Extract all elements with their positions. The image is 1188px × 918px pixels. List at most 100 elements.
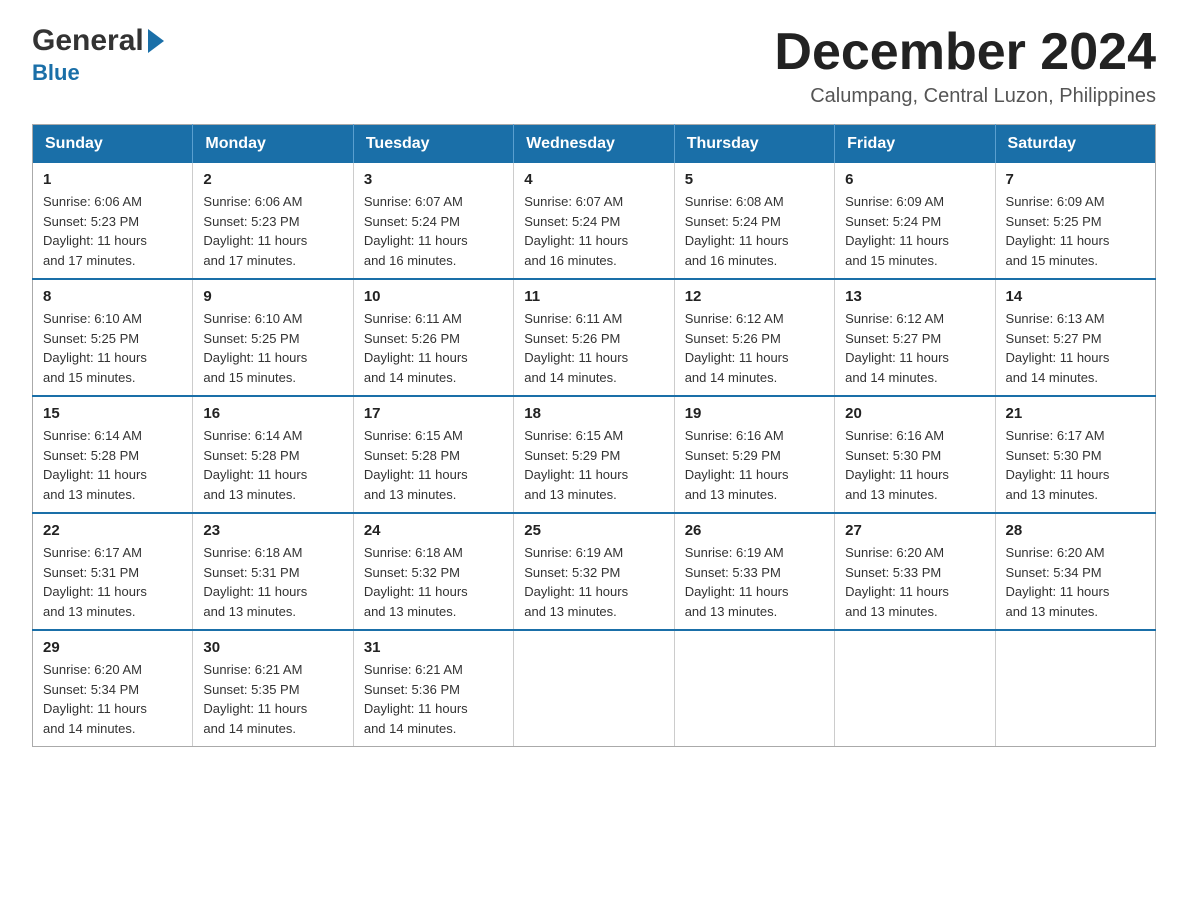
day-info: Sunrise: 6:18 AM Sunset: 5:31 PM Dayligh…	[203, 543, 342, 621]
day-number: 20	[845, 405, 984, 422]
calendar-cell: 15 Sunrise: 6:14 AM Sunset: 5:28 PM Dayl…	[33, 396, 193, 513]
day-number: 2	[203, 171, 342, 188]
calendar-week-2: 8 Sunrise: 6:10 AM Sunset: 5:25 PM Dayli…	[33, 279, 1156, 396]
day-info: Sunrise: 6:18 AM Sunset: 5:32 PM Dayligh…	[364, 543, 503, 621]
day-number: 30	[203, 639, 342, 656]
calendar-cell: 28 Sunrise: 6:20 AM Sunset: 5:34 PM Dayl…	[995, 513, 1155, 630]
location-text: Calumpang, Central Luzon, Philippines	[774, 85, 1156, 108]
month-title: December 2024	[774, 24, 1156, 81]
calendar-cell: 6 Sunrise: 6:09 AM Sunset: 5:24 PM Dayli…	[835, 163, 995, 279]
day-number: 15	[43, 405, 182, 422]
col-header-saturday: Saturday	[995, 125, 1155, 164]
col-header-wednesday: Wednesday	[514, 125, 674, 164]
calendar-cell: 11 Sunrise: 6:11 AM Sunset: 5:26 PM Dayl…	[514, 279, 674, 396]
calendar-cell: 30 Sunrise: 6:21 AM Sunset: 5:35 PM Dayl…	[193, 630, 353, 747]
day-number: 29	[43, 639, 182, 656]
calendar-header-row: SundayMondayTuesdayWednesdayThursdayFrid…	[33, 125, 1156, 164]
calendar-cell: 2 Sunrise: 6:06 AM Sunset: 5:23 PM Dayli…	[193, 163, 353, 279]
calendar-cell: 13 Sunrise: 6:12 AM Sunset: 5:27 PM Dayl…	[835, 279, 995, 396]
day-number: 10	[364, 288, 503, 305]
day-info: Sunrise: 6:20 AM Sunset: 5:34 PM Dayligh…	[1006, 543, 1145, 621]
calendar-cell: 7 Sunrise: 6:09 AM Sunset: 5:25 PM Dayli…	[995, 163, 1155, 279]
calendar-cell: 12 Sunrise: 6:12 AM Sunset: 5:26 PM Dayl…	[674, 279, 834, 396]
calendar-cell: 1 Sunrise: 6:06 AM Sunset: 5:23 PM Dayli…	[33, 163, 193, 279]
calendar-cell: 20 Sunrise: 6:16 AM Sunset: 5:30 PM Dayl…	[835, 396, 995, 513]
logo: General Blue	[32, 24, 164, 86]
calendar-cell: 4 Sunrise: 6:07 AM Sunset: 5:24 PM Dayli…	[514, 163, 674, 279]
day-info: Sunrise: 6:16 AM Sunset: 5:29 PM Dayligh…	[685, 426, 824, 504]
calendar-week-1: 1 Sunrise: 6:06 AM Sunset: 5:23 PM Dayli…	[33, 163, 1156, 279]
day-number: 11	[524, 288, 663, 305]
calendar-cell: 26 Sunrise: 6:19 AM Sunset: 5:33 PM Dayl…	[674, 513, 834, 630]
calendar-cell: 9 Sunrise: 6:10 AM Sunset: 5:25 PM Dayli…	[193, 279, 353, 396]
day-info: Sunrise: 6:17 AM Sunset: 5:31 PM Dayligh…	[43, 543, 182, 621]
logo-arrow-icon	[148, 29, 164, 53]
calendar-cell: 31 Sunrise: 6:21 AM Sunset: 5:36 PM Dayl…	[353, 630, 513, 747]
day-info: Sunrise: 6:19 AM Sunset: 5:32 PM Dayligh…	[524, 543, 663, 621]
day-info: Sunrise: 6:07 AM Sunset: 5:24 PM Dayligh…	[524, 192, 663, 270]
calendar-table: SundayMondayTuesdayWednesdayThursdayFrid…	[32, 124, 1156, 747]
calendar-cell: 19 Sunrise: 6:16 AM Sunset: 5:29 PM Dayl…	[674, 396, 834, 513]
day-number: 23	[203, 522, 342, 539]
day-number: 16	[203, 405, 342, 422]
day-info: Sunrise: 6:11 AM Sunset: 5:26 PM Dayligh…	[364, 309, 503, 387]
calendar-cell	[995, 630, 1155, 747]
day-number: 27	[845, 522, 984, 539]
calendar-cell	[514, 630, 674, 747]
calendar-cell: 29 Sunrise: 6:20 AM Sunset: 5:34 PM Dayl…	[33, 630, 193, 747]
logo-blue-text: Blue	[32, 60, 80, 86]
day-info: Sunrise: 6:06 AM Sunset: 5:23 PM Dayligh…	[43, 192, 182, 270]
day-info: Sunrise: 6:08 AM Sunset: 5:24 PM Dayligh…	[685, 192, 824, 270]
day-info: Sunrise: 6:21 AM Sunset: 5:35 PM Dayligh…	[203, 660, 342, 738]
day-info: Sunrise: 6:12 AM Sunset: 5:27 PM Dayligh…	[845, 309, 984, 387]
day-info: Sunrise: 6:17 AM Sunset: 5:30 PM Dayligh…	[1006, 426, 1145, 504]
page-header: General Blue December 2024 Calumpang, Ce…	[32, 24, 1156, 108]
day-info: Sunrise: 6:20 AM Sunset: 5:34 PM Dayligh…	[43, 660, 182, 738]
calendar-cell: 16 Sunrise: 6:14 AM Sunset: 5:28 PM Dayl…	[193, 396, 353, 513]
col-header-sunday: Sunday	[33, 125, 193, 164]
day-number: 3	[364, 171, 503, 188]
calendar-cell	[674, 630, 834, 747]
calendar-cell: 22 Sunrise: 6:17 AM Sunset: 5:31 PM Dayl…	[33, 513, 193, 630]
day-info: Sunrise: 6:07 AM Sunset: 5:24 PM Dayligh…	[364, 192, 503, 270]
calendar-week-5: 29 Sunrise: 6:20 AM Sunset: 5:34 PM Dayl…	[33, 630, 1156, 747]
calendar-cell: 5 Sunrise: 6:08 AM Sunset: 5:24 PM Dayli…	[674, 163, 834, 279]
col-header-friday: Friday	[835, 125, 995, 164]
calendar-cell: 10 Sunrise: 6:11 AM Sunset: 5:26 PM Dayl…	[353, 279, 513, 396]
day-info: Sunrise: 6:06 AM Sunset: 5:23 PM Dayligh…	[203, 192, 342, 270]
day-info: Sunrise: 6:21 AM Sunset: 5:36 PM Dayligh…	[364, 660, 503, 738]
day-number: 31	[364, 639, 503, 656]
day-number: 13	[845, 288, 984, 305]
calendar-cell: 3 Sunrise: 6:07 AM Sunset: 5:24 PM Dayli…	[353, 163, 513, 279]
calendar-cell	[835, 630, 995, 747]
day-number: 18	[524, 405, 663, 422]
day-number: 14	[1006, 288, 1145, 305]
day-info: Sunrise: 6:19 AM Sunset: 5:33 PM Dayligh…	[685, 543, 824, 621]
col-header-thursday: Thursday	[674, 125, 834, 164]
day-number: 19	[685, 405, 824, 422]
day-info: Sunrise: 6:10 AM Sunset: 5:25 PM Dayligh…	[43, 309, 182, 387]
day-number: 9	[203, 288, 342, 305]
calendar-cell: 8 Sunrise: 6:10 AM Sunset: 5:25 PM Dayli…	[33, 279, 193, 396]
calendar-cell: 23 Sunrise: 6:18 AM Sunset: 5:31 PM Dayl…	[193, 513, 353, 630]
calendar-week-3: 15 Sunrise: 6:14 AM Sunset: 5:28 PM Dayl…	[33, 396, 1156, 513]
day-number: 12	[685, 288, 824, 305]
day-number: 21	[1006, 405, 1145, 422]
calendar-cell: 24 Sunrise: 6:18 AM Sunset: 5:32 PM Dayl…	[353, 513, 513, 630]
title-section: December 2024 Calumpang, Central Luzon, …	[774, 24, 1156, 108]
day-number: 6	[845, 171, 984, 188]
calendar-cell: 14 Sunrise: 6:13 AM Sunset: 5:27 PM Dayl…	[995, 279, 1155, 396]
col-header-monday: Monday	[193, 125, 353, 164]
logo-general-text: General	[32, 24, 144, 58]
day-number: 8	[43, 288, 182, 305]
day-info: Sunrise: 6:12 AM Sunset: 5:26 PM Dayligh…	[685, 309, 824, 387]
calendar-week-4: 22 Sunrise: 6:17 AM Sunset: 5:31 PM Dayl…	[33, 513, 1156, 630]
calendar-cell: 17 Sunrise: 6:15 AM Sunset: 5:28 PM Dayl…	[353, 396, 513, 513]
calendar-cell: 21 Sunrise: 6:17 AM Sunset: 5:30 PM Dayl…	[995, 396, 1155, 513]
day-number: 26	[685, 522, 824, 539]
day-info: Sunrise: 6:09 AM Sunset: 5:24 PM Dayligh…	[845, 192, 984, 270]
calendar-cell: 27 Sunrise: 6:20 AM Sunset: 5:33 PM Dayl…	[835, 513, 995, 630]
day-info: Sunrise: 6:11 AM Sunset: 5:26 PM Dayligh…	[524, 309, 663, 387]
day-info: Sunrise: 6:16 AM Sunset: 5:30 PM Dayligh…	[845, 426, 984, 504]
day-info: Sunrise: 6:20 AM Sunset: 5:33 PM Dayligh…	[845, 543, 984, 621]
